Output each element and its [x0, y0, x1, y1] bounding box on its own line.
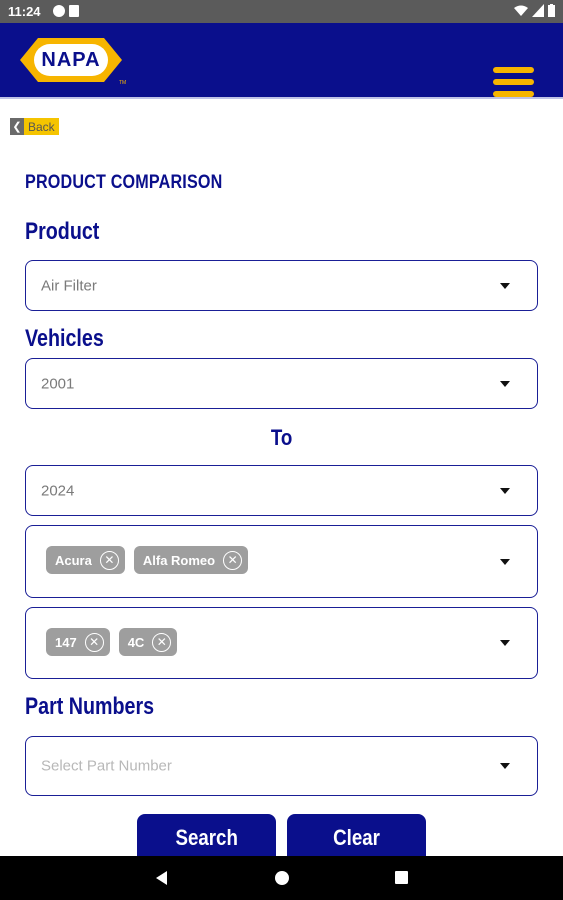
- battery-icon: [548, 4, 555, 17]
- part-numbers-label: Part Numbers: [25, 693, 155, 720]
- sd-card-icon: [69, 5, 79, 17]
- make-chip: Alfa Romeo ✕: [133, 546, 249, 574]
- chevron-down-icon: [500, 487, 510, 494]
- from-year-dropdown[interactable]: 2001: [25, 358, 538, 409]
- app-header: TM NAPA: [0, 23, 563, 97]
- clear-button[interactable]: Clear: [287, 814, 426, 862]
- napa-logo[interactable]: TM NAPA: [18, 37, 128, 90]
- product-label: Product: [25, 218, 100, 245]
- chevron-left-icon: ❮: [10, 118, 24, 135]
- remove-chip-icon[interactable]: ✕: [152, 632, 172, 652]
- wifi-icon: [514, 5, 528, 16]
- to-label: To: [0, 425, 563, 451]
- navigation-bar: [0, 856, 563, 900]
- part-number-placeholder: Select Part Number: [41, 757, 172, 775]
- models-multiselect[interactable]: 147 ✕ 4C ✕: [25, 607, 538, 679]
- back-button[interactable]: ❮ Back: [10, 118, 59, 135]
- nav-back-icon[interactable]: [156, 871, 167, 885]
- status-bar: 11:24: [0, 0, 563, 23]
- to-label-text: To: [270, 425, 293, 450]
- nav-home-icon[interactable]: [275, 871, 289, 885]
- nav-recents-icon[interactable]: [395, 871, 408, 884]
- product-dropdown[interactable]: Air Filter: [25, 260, 538, 311]
- remove-chip-icon[interactable]: ✕: [99, 550, 119, 570]
- status-time: 11:24: [8, 4, 41, 19]
- to-year-value: 2024: [41, 482, 75, 499]
- chip-label: Alfa Romeo: [142, 552, 216, 568]
- remove-chip-icon[interactable]: ✕: [84, 632, 104, 652]
- model-chip: 4C ✕: [118, 628, 178, 656]
- chevron-down-icon: [500, 380, 510, 387]
- notification-icon: [53, 5, 65, 17]
- search-button[interactable]: Search: [137, 814, 276, 862]
- logo-text: NAPA: [41, 48, 101, 71]
- chip-label: 4C: [127, 634, 145, 650]
- hamburger-menu-icon[interactable]: [493, 67, 534, 99]
- chevron-down-icon: [500, 640, 510, 646]
- search-button-label: Search: [175, 825, 238, 850]
- chip-label: Acura: [55, 552, 92, 568]
- model-chip: 147 ✕: [46, 628, 110, 656]
- chevron-down-icon: [500, 763, 510, 769]
- part-number-dropdown[interactable]: Select Part Number: [25, 736, 538, 796]
- product-selected-value: Air Filter: [41, 277, 97, 294]
- vehicles-label: Vehicles: [25, 325, 104, 352]
- chevron-down-icon: [500, 282, 510, 289]
- header-divider: [0, 97, 563, 99]
- remove-chip-icon[interactable]: ✕: [223, 550, 243, 570]
- from-year-value: 2001: [41, 375, 75, 392]
- clear-button-label: Clear: [333, 825, 380, 850]
- page-title: PRODUCT COMPARISON: [25, 172, 223, 193]
- back-label: Back: [24, 118, 59, 135]
- chip-label: 147: [55, 634, 77, 650]
- chevron-down-icon: [500, 558, 510, 565]
- makes-multiselect[interactable]: Acura ✕ Alfa Romeo ✕: [25, 525, 538, 598]
- to-year-dropdown[interactable]: 2024: [25, 465, 538, 516]
- signal-icon: [532, 4, 544, 17]
- make-chip: Acura ✕: [46, 546, 125, 574]
